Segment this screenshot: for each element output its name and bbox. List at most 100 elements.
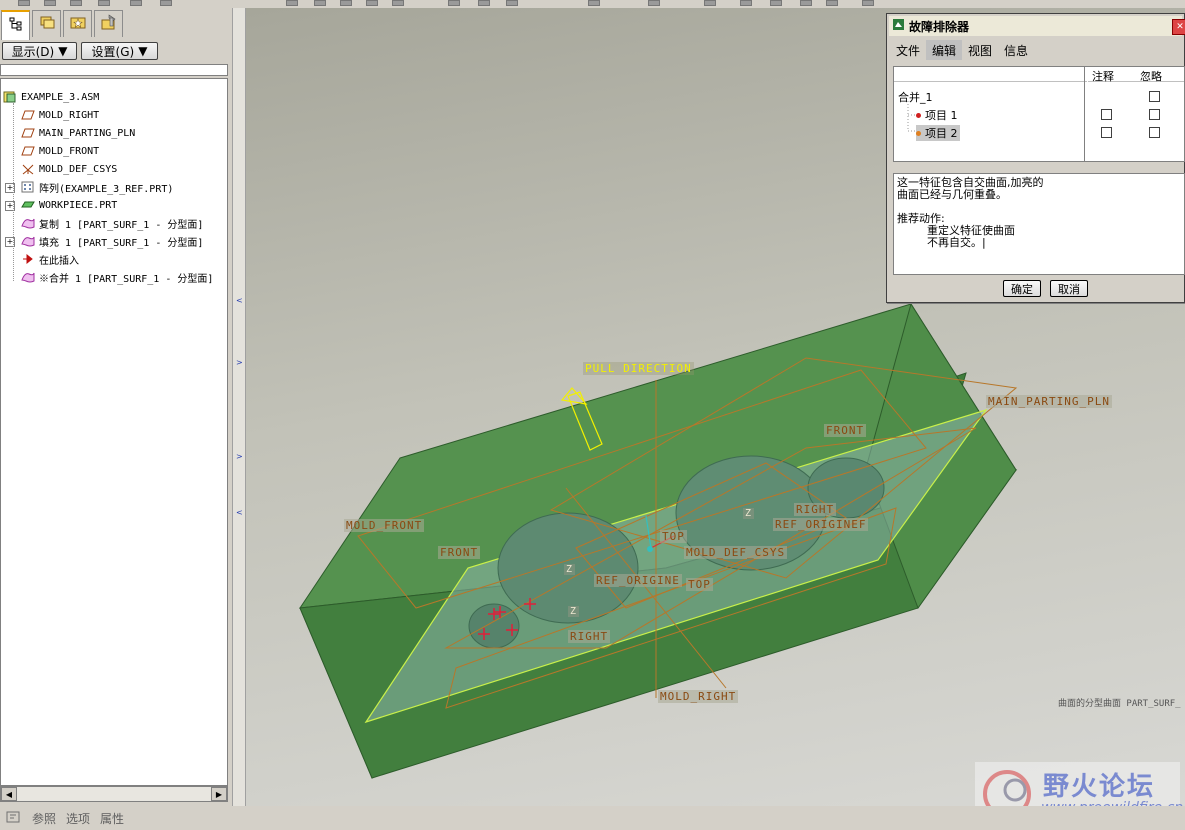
- chevron-down-icon: ▼: [138, 44, 148, 58]
- toolbar-button[interactable]: [704, 0, 716, 6]
- toolbar-button[interactable]: [770, 0, 782, 6]
- tree-node[interactable]: MOLD_RIGHT: [21, 107, 99, 123]
- toolbar-button[interactable]: [478, 0, 490, 6]
- pull-direction-label[interactable]: PULL DIRECTION: [583, 362, 694, 375]
- ignore-checkbox[interactable]: [1149, 91, 1160, 102]
- toolbar-button[interactable]: [98, 0, 110, 6]
- tree-node-label: MOLD_DEF_CSYS: [39, 163, 118, 175]
- tree-connector-line: [13, 103, 15, 281]
- toolbar-button[interactable]: [130, 0, 142, 6]
- tree-node[interactable]: 阵列(EXAMPLE_3_REF.PRT): [21, 179, 173, 195]
- scroll-left-icon[interactable]: ◀: [1, 787, 17, 801]
- collapse-arrow-icon[interactable]: <: [236, 296, 243, 305]
- dialog-menu-item[interactable]: 编辑: [926, 40, 963, 60]
- front-label-left[interactable]: FRONT: [438, 546, 481, 559]
- toolbar-button[interactable]: [70, 0, 82, 6]
- horizontal-scrollbar[interactable]: ◀ ▶: [0, 786, 228, 802]
- tree-node[interactable]: 复制 1 [PART_SURF_1 - 分型面]: [21, 215, 203, 231]
- toolbar-button[interactable]: [392, 0, 404, 6]
- right-label-bottom[interactable]: RIGHT: [568, 630, 611, 643]
- toolbar-button[interactable]: [314, 0, 326, 6]
- toolbar-button[interactable]: [740, 0, 752, 6]
- tree-node[interactable]: ※合并 1 [PART_SURF_1 - 分型面]: [21, 269, 213, 285]
- ok-button[interactable]: 确定: [1003, 280, 1041, 297]
- toolbar-button[interactable]: [800, 0, 812, 6]
- mold-def-csys-label[interactable]: MOLD_DEF_CSYS: [684, 546, 788, 559]
- z-axis-label: Z: [568, 606, 580, 617]
- status-bar: 参照 选项 属性: [0, 806, 1185, 830]
- ignore-checkbox[interactable]: [1149, 127, 1160, 138]
- issue-item-row-selected[interactable]: 项目 2: [916, 125, 960, 141]
- top-label-mid[interactable]: TOP: [686, 578, 713, 591]
- tree-node-label: 阵列(EXAMPLE_3_REF.PRT): [39, 183, 174, 195]
- toolbar-button[interactable]: [588, 0, 600, 6]
- issue-description[interactable]: 这一特征包含自交曲面,加亮的 曲面已经与几何重叠。 推荐动作: 重定义特征使曲面 不再自…: [893, 173, 1185, 275]
- ignore-checkbox[interactable]: [1149, 109, 1160, 120]
- settings-menu-button[interactable]: 设置(G) ▼: [81, 42, 158, 60]
- toolbar-button[interactable]: [160, 0, 172, 6]
- tree-node[interactable]: EXAMPLE_3.ASM: [3, 89, 99, 105]
- watermark-title: 野火论坛: [1043, 772, 1156, 802]
- cancel-button[interactable]: 取消: [1050, 280, 1088, 297]
- tree-node[interactable]: MOLD_FRONT: [21, 143, 99, 159]
- tree-node-label: MOLD_RIGHT: [39, 109, 100, 121]
- ref-origin-label-right[interactable]: REF_ORIGINEF: [773, 518, 869, 531]
- expand-arrow-icon[interactable]: >: [236, 358, 243, 367]
- datum-plane-icon: [21, 109, 35, 121]
- toolbar-button[interactable]: [862, 0, 874, 6]
- close-icon[interactable]: ✕: [1172, 19, 1185, 35]
- collapse-arrow-icon[interactable]: <: [236, 508, 243, 517]
- description-line: 不再自交。|: [927, 236, 986, 249]
- show-menu-button[interactable]: 显示(D) ▼: [2, 42, 77, 60]
- issue-item-row[interactable]: 项目 1: [916, 107, 958, 123]
- toolbar-button[interactable]: [448, 0, 460, 6]
- tree-node[interactable]: MAIN_PARTING_PLN: [21, 125, 135, 141]
- note-checkbox[interactable]: [1101, 109, 1112, 120]
- toolbar-button[interactable]: [506, 0, 518, 6]
- dialog-titlebar[interactable]: 故障排除器 ✕: [889, 16, 1185, 36]
- insert-here-icon: [21, 253, 35, 265]
- tree-node[interactable]: 在此插入: [21, 251, 79, 267]
- toolbar-button[interactable]: [286, 0, 298, 6]
- z-axis-label: Z: [564, 564, 576, 575]
- ref-origin-label-left[interactable]: REF_ORIGINE: [594, 574, 682, 587]
- dialog-menu-item[interactable]: 视图: [962, 40, 998, 60]
- front-label-top[interactable]: FRONT: [824, 424, 867, 437]
- column-divider[interactable]: [1084, 67, 1088, 161]
- tree-node[interactable]: 填充 1 [PART_SURF_1 - 分型面]: [21, 233, 203, 249]
- dashboard-icon[interactable]: [6, 810, 22, 827]
- toolbar-button[interactable]: [18, 0, 30, 6]
- ignore-column-header[interactable]: 忽略: [1140, 68, 1162, 84]
- surface-note-label: 曲面的分型曲面 PART_SURF_: [1058, 699, 1181, 709]
- tree-node[interactable]: WORKPIECE.PRT: [21, 197, 117, 213]
- expand-arrow-icon[interactable]: >: [236, 452, 243, 461]
- tab-connections[interactable]: [94, 10, 123, 37]
- note-checkbox[interactable]: [1101, 127, 1112, 138]
- status-tab-options[interactable]: 选项: [66, 810, 90, 827]
- right-label-top[interactable]: RIGHT: [794, 503, 837, 516]
- tree-node-label: MAIN_PARTING_PLN: [39, 127, 136, 139]
- status-tab-properties[interactable]: 属性: [100, 810, 124, 827]
- mold-front-label[interactable]: MOLD_FRONT: [344, 519, 425, 532]
- toolbar-button[interactable]: [340, 0, 352, 6]
- main-parting-pln-label[interactable]: MAIN_PARTING_PLN: [986, 395, 1112, 408]
- toolbar-button[interactable]: [648, 0, 660, 6]
- panel-sash[interactable]: < > > <: [232, 8, 246, 806]
- tree-node[interactable]: MOLD_DEF_CSYS: [21, 161, 117, 177]
- dialog-title: 故障排除器: [909, 19, 970, 34]
- dialog-menu-item[interactable]: 信息: [998, 40, 1034, 60]
- toolbar-button[interactable]: [826, 0, 838, 6]
- dialog-menu-item[interactable]: 文件: [890, 40, 926, 60]
- tab-favorites[interactable]: [63, 10, 92, 37]
- mold-right-label[interactable]: MOLD_RIGHT: [658, 690, 739, 703]
- note-column-header[interactable]: 注释: [1092, 68, 1114, 84]
- top-label-left[interactable]: TOP: [660, 530, 687, 543]
- connections-icon: [100, 14, 118, 34]
- status-tab-references[interactable]: 参照: [32, 810, 56, 827]
- toolbar-button[interactable]: [366, 0, 378, 6]
- tab-folder-browser[interactable]: [32, 10, 61, 37]
- scroll-right-icon[interactable]: ▶: [211, 787, 227, 801]
- toolbar-button[interactable]: [44, 0, 56, 6]
- tab-model-tree[interactable]: [1, 10, 30, 40]
- pattern-icon: [21, 181, 35, 193]
